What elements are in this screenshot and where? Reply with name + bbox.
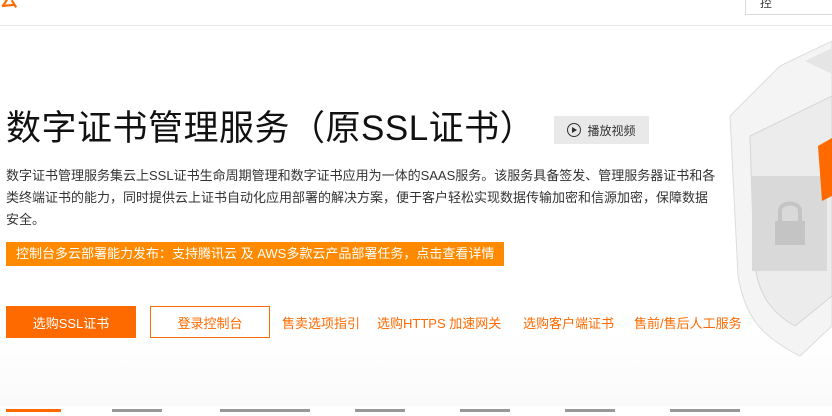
buy-ssl-certificate-button[interactable]: 选购SSL证书: [6, 306, 136, 338]
page-title: 数字证书管理服务（原SSL证书）: [6, 109, 536, 148]
bottom-tab[interactable]: [112, 409, 162, 412]
bottom-tab[interactable]: [355, 409, 405, 412]
console-entry-box[interactable]: 控: [745, 0, 832, 15]
sales-options-guide-link[interactable]: 售卖选项指引: [282, 313, 360, 332]
play-video-button[interactable]: 播放视频: [554, 116, 649, 144]
bottom-tab[interactable]: [565, 409, 615, 412]
login-console-button[interactable]: 登录控制台: [150, 306, 270, 338]
buy-https-gateway-link[interactable]: 选购HTTPS 加速网关: [377, 313, 501, 332]
site-logo[interactable]: 云: [0, 0, 18, 9]
product-description: 数字证书管理服务集云上SSL证书生命周期管理和数字证书应用为一体的SAAS服务。…: [6, 168, 716, 227]
play-video-label: 播放视频: [587, 123, 636, 138]
top-navigation-bar: 云 控: [0, 0, 832, 26]
console-entry-label: 控: [760, 0, 773, 10]
announcement-banner[interactable]: 控制台多云部署能力发布：支持腾讯云 及 AWS多款云产品部署任务，点击查看详情: [6, 242, 505, 266]
play-circle-icon: [567, 123, 582, 137]
human-support-link[interactable]: 售前/售后人工服务: [634, 313, 742, 332]
buy-client-certificate-link[interactable]: 选购客户端证书: [523, 313, 614, 332]
bottom-tab-strip: [0, 404, 832, 416]
bottom-tab[interactable]: [460, 409, 510, 412]
bottom-tab[interactable]: [6, 409, 61, 412]
bottom-tab[interactable]: [670, 409, 740, 412]
bottom-tab[interactable]: [220, 409, 310, 412]
